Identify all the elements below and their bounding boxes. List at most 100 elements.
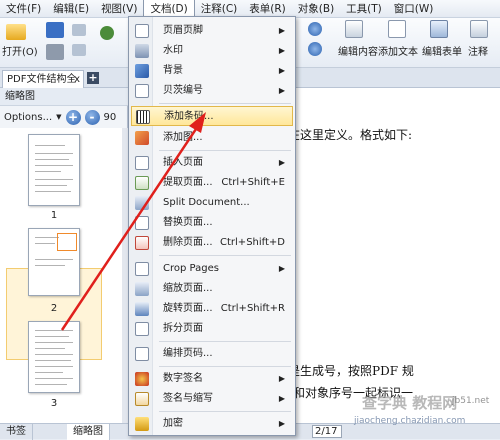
lock-icon bbox=[135, 417, 149, 431]
watermark-icon bbox=[135, 44, 149, 58]
menu-item-label: 编排页码... bbox=[163, 348, 213, 359]
close-tab-icon[interactable]: x bbox=[74, 71, 80, 88]
replace-page-icon bbox=[135, 216, 149, 230]
page-thumbnail-3[interactable] bbox=[28, 321, 80, 393]
menu-item-background[interactable]: 背景 ▶ bbox=[131, 61, 293, 81]
menu-item-rotate-pages[interactable]: 旋转页面... Ctrl+Shift+R bbox=[131, 299, 293, 319]
zoom-out-icon[interactable] bbox=[308, 42, 322, 56]
menu-item-label: 替换页面... bbox=[163, 217, 213, 228]
menu-item-label: 拆分页面 bbox=[163, 323, 203, 334]
annotate-button[interactable]: 注释 bbox=[468, 43, 488, 58]
menu-item-add-barcode[interactable]: 添加条码... bbox=[131, 106, 293, 126]
annotate-icon[interactable] bbox=[470, 20, 488, 38]
menu-item-extract-pages[interactable]: 提取页面... Ctrl+Shift+E bbox=[131, 173, 293, 193]
bates-number-icon bbox=[135, 84, 149, 98]
redo-icon[interactable] bbox=[72, 44, 86, 56]
menu-item-shortcut: Ctrl+Shift+R bbox=[220, 303, 285, 314]
menu-edit[interactable]: 编辑(E) bbox=[47, 0, 95, 18]
header-footer-icon bbox=[135, 24, 149, 38]
add-text-button[interactable]: 添加文本 bbox=[378, 43, 418, 58]
menu-item-label: 缩放页面... bbox=[163, 283, 213, 294]
menu-item-add-image[interactable]: 添加图... bbox=[131, 128, 293, 148]
menu-item-label: 添加图... bbox=[163, 132, 203, 143]
tab-bookmarks[interactable]: 书签 bbox=[0, 423, 33, 440]
menu-window[interactable]: 窗口(W) bbox=[388, 0, 440, 18]
menu-file[interactable]: 文件(F) bbox=[0, 0, 47, 18]
menu-comment[interactable]: 注释(C) bbox=[195, 0, 244, 18]
new-tab-button[interactable]: + bbox=[87, 72, 99, 84]
save-icon[interactable] bbox=[46, 22, 64, 38]
tab-document[interactable]: PDF文件结构全 x bbox=[2, 70, 84, 88]
menu-separator bbox=[159, 341, 291, 342]
thumbnail-number-3: 3 bbox=[50, 398, 58, 409]
menu-item-label: 水印 bbox=[163, 45, 183, 56]
menu-separator bbox=[159, 255, 291, 256]
menu-item-insert-pages[interactable]: 插入页面 ▶ bbox=[131, 153, 293, 173]
menu-item-sign-initial[interactable]: 签名与缩写 ▶ bbox=[131, 389, 293, 409]
menu-item-label: Split Document... bbox=[163, 197, 250, 208]
zoom-out-thumb-button[interactable]: - bbox=[84, 109, 100, 125]
menu-separator bbox=[159, 366, 291, 367]
menu-item-split-document[interactable]: Split Document... bbox=[131, 193, 293, 213]
menu-object[interactable]: 对象(B) bbox=[292, 0, 340, 18]
menu-tools[interactable]: 工具(T) bbox=[340, 0, 388, 18]
open-folder-icon[interactable] bbox=[6, 24, 26, 40]
chevron-down-icon[interactable]: ▼ bbox=[56, 113, 61, 121]
crop-icon bbox=[135, 262, 149, 276]
menu-item-label: 数字签名 bbox=[163, 373, 203, 384]
page-total: /17 bbox=[321, 426, 338, 437]
submenu-arrow-icon: ▶ bbox=[278, 158, 285, 167]
tab-document-label: PDF文件结构全 bbox=[7, 74, 77, 85]
submenu-arrow-icon: ▶ bbox=[278, 264, 285, 273]
menu-item-bates-numbering[interactable]: 贝茨编号 ▶ bbox=[131, 81, 293, 101]
rotate-page-icon bbox=[135, 302, 149, 316]
back-icon[interactable] bbox=[100, 26, 114, 40]
undo-icon[interactable] bbox=[72, 24, 86, 36]
tab-thumbnails[interactable]: 缩略图 bbox=[67, 423, 110, 440]
edit-content-button[interactable]: 编辑内容 bbox=[338, 43, 378, 58]
menu-item-label: 添加条码... bbox=[164, 111, 214, 122]
thumbnail-number-1: 1 bbox=[50, 210, 58, 221]
page-number-icon bbox=[135, 347, 149, 361]
edit-form-icon[interactable] bbox=[430, 20, 448, 38]
page-thumbnail-2-mark bbox=[57, 233, 77, 251]
zoom-in-thumb-button[interactable]: + bbox=[65, 109, 81, 125]
submenu-arrow-icon: ▶ bbox=[278, 46, 285, 55]
menu-separator bbox=[159, 411, 291, 412]
menu-item-replace-pages[interactable]: 替换页面... bbox=[131, 213, 293, 233]
extract-page-icon bbox=[135, 176, 149, 190]
menu-form[interactable]: 表单(R) bbox=[243, 0, 292, 18]
menu-item-label: 加密 bbox=[163, 418, 183, 429]
page-thumbnail-2[interactable] bbox=[28, 228, 80, 296]
menu-item-watermark[interactable]: 水印 ▶ bbox=[131, 41, 293, 61]
options-dropdown[interactable]: Options... bbox=[4, 112, 52, 123]
menu-item-digital-signature[interactable]: 数字签名 ▶ bbox=[131, 369, 293, 389]
page-number-field[interactable]: 2/17 bbox=[312, 425, 342, 438]
menu-item-label: 贝茨编号 bbox=[163, 85, 203, 96]
document-menu: 页眉页脚 ▶ 水印 ▶ 背景 ▶ 贝茨编号 ▶ 添加条码... 添加图... 插… bbox=[128, 16, 296, 436]
menu-item-label: 插入页面 bbox=[163, 157, 203, 168]
menu-item-scale-pages[interactable]: 缩放页面... bbox=[131, 279, 293, 299]
menu-item-delete-pages[interactable]: 删除页面... Ctrl+Shift+D bbox=[131, 233, 293, 253]
menu-item-header-footer[interactable]: 页眉页脚 ▶ bbox=[131, 21, 293, 41]
edit-form-button[interactable]: 编辑表单 bbox=[422, 43, 462, 58]
menu-view[interactable]: 视图(V) bbox=[95, 0, 143, 18]
digital-signature-icon bbox=[135, 372, 149, 386]
menu-separator bbox=[159, 150, 291, 151]
thumbnail-number-2: 2 bbox=[50, 303, 58, 314]
menu-item-crop-pages[interactable]: Crop Pages ▶ bbox=[131, 259, 293, 279]
menu-item-split-pages[interactable]: 拆分页面 bbox=[131, 319, 293, 339]
menu-item-number-pages[interactable]: 编排页码... bbox=[131, 344, 293, 364]
panel-title: 缩略图 bbox=[0, 88, 128, 106]
print-icon[interactable] bbox=[46, 44, 64, 60]
page-thumbnail-1[interactable] bbox=[28, 134, 80, 206]
zoom-value[interactable]: 90 bbox=[104, 112, 117, 123]
zoom-in-icon[interactable] bbox=[308, 22, 322, 36]
open-button[interactable]: 打开(O) bbox=[2, 43, 38, 58]
menu-item-label: 页眉页脚 bbox=[163, 25, 203, 36]
submenu-arrow-icon: ▶ bbox=[278, 419, 285, 428]
add-text-icon[interactable] bbox=[388, 20, 406, 38]
edit-content-icon[interactable] bbox=[345, 20, 363, 38]
menu-item-encrypt[interactable]: 加密 ▶ bbox=[131, 414, 293, 434]
menu-item-label: 删除页面... bbox=[163, 237, 213, 248]
